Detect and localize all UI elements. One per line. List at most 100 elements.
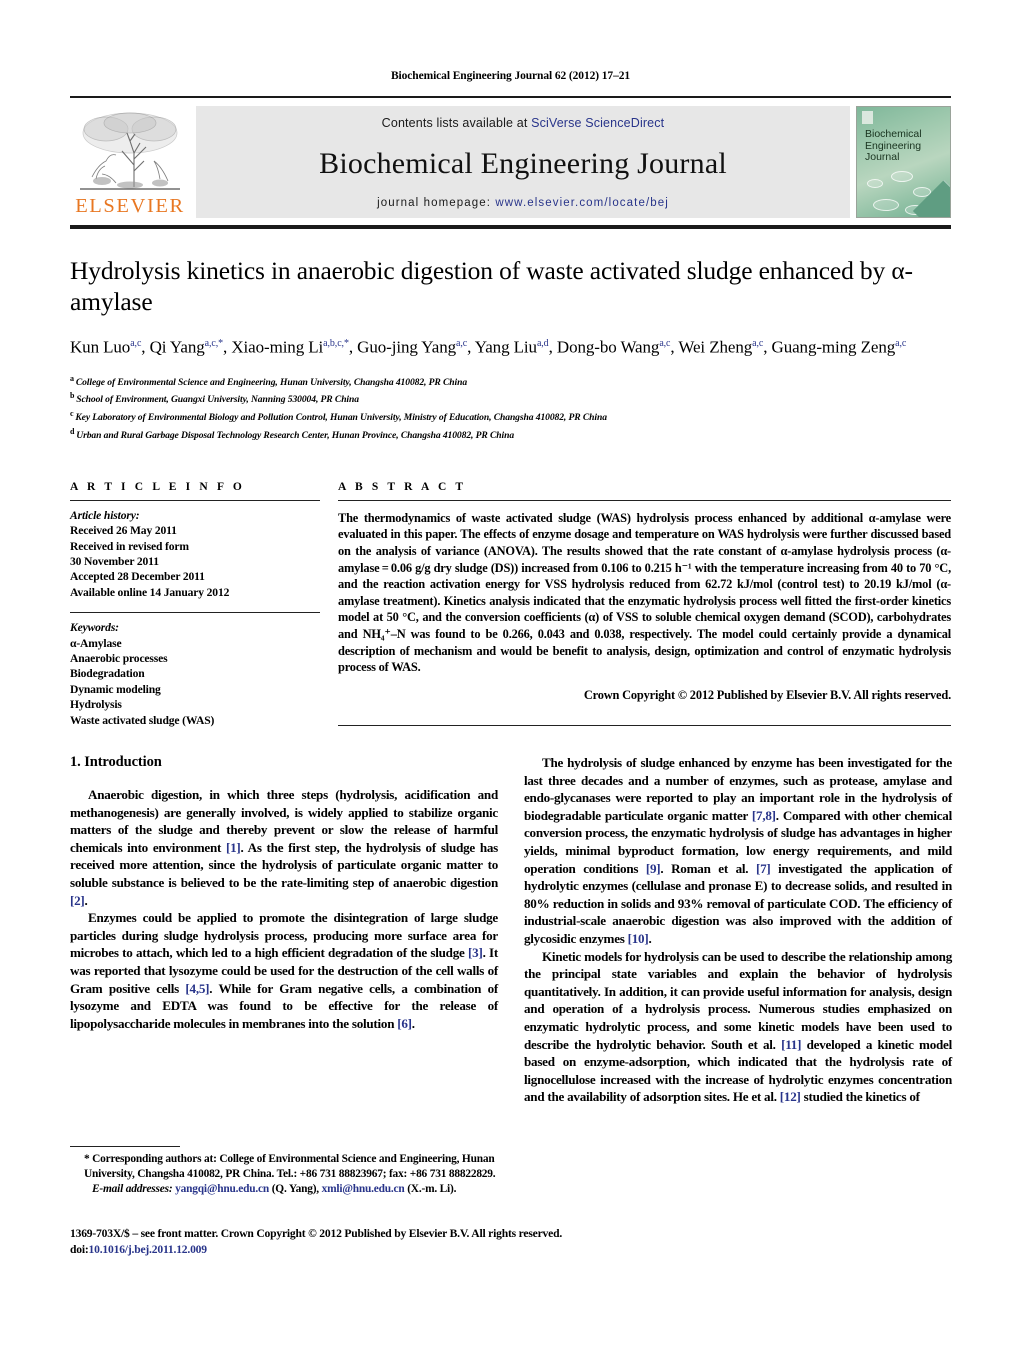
author-name: Xiao-ming Li bbox=[231, 337, 324, 357]
email-owner-2: (X.-m. Li). bbox=[407, 1183, 457, 1196]
abstract-text: The thermodynamics of waste activated sl… bbox=[338, 510, 951, 675]
citation-ref[interactable]: [7] bbox=[756, 861, 771, 876]
elsevier-tree-icon bbox=[80, 112, 180, 190]
cover-bubble-1 bbox=[867, 179, 883, 188]
email-owner-1: (Q. Yang), bbox=[271, 1183, 319, 1196]
cover-elsevier-mark-icon bbox=[862, 111, 873, 124]
author-name: Guo-jing Yang bbox=[357, 337, 456, 357]
paragraph: Kinetic models for hydrolysis can be use… bbox=[524, 948, 952, 1105]
title-block: Hydrolysis kinetics in anaerobic digesti… bbox=[70, 255, 951, 443]
sciencedirect-link[interactable]: SciVerse ScienceDirect bbox=[531, 116, 664, 130]
author-name: Yang Liu bbox=[474, 337, 537, 357]
homepage-prefix: journal homepage: bbox=[377, 197, 496, 209]
email-link-2[interactable]: xmli@hnu.edu.cn bbox=[322, 1183, 405, 1195]
journal-homepage-line: journal homepage: www.elsevier.com/locat… bbox=[377, 197, 669, 209]
affiliation-item: c Key Laboratory of Environmental Biolog… bbox=[70, 409, 607, 424]
author-name: Qi Yang bbox=[149, 337, 205, 357]
author-affiliation-marker: a,c bbox=[752, 338, 764, 349]
affiliation-marker: d bbox=[70, 427, 77, 436]
email-addresses-line: E-mail addresses: yangqi@hnu.edu.cn (Q. … bbox=[70, 1182, 498, 1197]
keyword-item: Hydrolysis bbox=[70, 698, 122, 712]
cover-bubble-2 bbox=[891, 171, 913, 182]
citation-ref[interactable]: [2] bbox=[70, 893, 85, 908]
affiliation-item: a College of Environmental Science and E… bbox=[70, 373, 468, 388]
email-addresses-label: E-mail addresses: bbox=[92, 1183, 173, 1196]
citation-ref[interactable]: [3] bbox=[468, 945, 483, 960]
keyword-list: Keywords: α-Amylase Anaerobic processes … bbox=[70, 620, 320, 728]
author-affiliation-marker: a,c bbox=[895, 338, 907, 349]
masthead-center-panel: Contents lists available at SciVerse Sci… bbox=[196, 106, 850, 218]
citation-ref[interactable]: [4,5] bbox=[185, 981, 209, 996]
contents-prefix: Contents lists available at bbox=[381, 116, 532, 130]
journal-masthead: ELSEVIER Contents lists available at Sci… bbox=[70, 96, 951, 218]
author-name: Dong-bo Wang bbox=[556, 337, 660, 357]
keywords-rule bbox=[70, 612, 320, 614]
footnote-rule bbox=[70, 1146, 180, 1147]
cover-title-line-1: Biochemical bbox=[865, 128, 922, 140]
author-name: Kun Luo bbox=[70, 337, 131, 357]
paper-page: Biochemical Engineering Journal 62 (2012… bbox=[0, 0, 1021, 1351]
section-heading-introduction: 1. Introduction bbox=[70, 754, 162, 771]
citation-ref[interactable]: [10] bbox=[628, 931, 649, 946]
corresponding-author-footnote: * Corresponding authors at: College of E… bbox=[70, 1146, 498, 1198]
author-affiliation-marker: a,b,c,* bbox=[323, 338, 349, 349]
history-item: Available online 14 January 2012 bbox=[70, 585, 230, 599]
issn-front-matter-line: 1369-703X/$ – see front matter. Crown Co… bbox=[70, 1227, 563, 1240]
corresponding-author-text: * Corresponding authors at: College of E… bbox=[84, 1153, 496, 1181]
keyword-item: Dynamic modeling bbox=[70, 682, 161, 696]
keyword-item: Waste activated sludge (WAS) bbox=[70, 713, 215, 727]
citation-ref[interactable]: [11] bbox=[781, 1037, 801, 1052]
author-affiliation-marker: a,d bbox=[536, 338, 549, 349]
author-affiliation-marker: a,c bbox=[130, 338, 142, 349]
affiliation-item: d Urban and Rural Garbage Disposal Techn… bbox=[70, 427, 515, 442]
abstract-copyright: Crown Copyright © 2012 Published by Else… bbox=[583, 687, 951, 702]
article-history-label: Article history: bbox=[70, 508, 140, 522]
article-info-heading: A R T I C L E I N F O bbox=[70, 480, 245, 493]
cover-corner-fold bbox=[912, 179, 950, 217]
cover-title-line-3: Journal bbox=[865, 151, 900, 163]
email-link-1[interactable]: yangqi@hnu.edu.cn bbox=[175, 1183, 269, 1195]
contents-available-line: Contents lists available at SciVerse Sci… bbox=[382, 116, 665, 130]
citation-ref[interactable]: [9] bbox=[646, 861, 661, 876]
masthead-bottom-rule bbox=[70, 225, 951, 229]
info-abstract-block: A R T I C L E I N F O Article history: R… bbox=[70, 481, 951, 728]
author-affiliation-marker: a,c bbox=[659, 338, 671, 349]
history-item: 30 November 2011 bbox=[70, 555, 159, 568]
keyword-item: Biodegradation bbox=[70, 667, 145, 681]
journal-cover-thumbnail[interactable]: Biochemical Engineering Journal bbox=[856, 106, 951, 218]
author-name: Guang-ming Zeng bbox=[771, 337, 896, 357]
paragraph: Enzymes could be applied to promote the … bbox=[70, 910, 499, 1031]
affiliation-marker: a bbox=[70, 373, 76, 383]
journal-homepage-link[interactable]: www.elsevier.com/locate/bej bbox=[495, 197, 669, 209]
abstract-column: A B S T R A C T The thermodynamics of wa… bbox=[338, 481, 951, 728]
author-affiliation-marker: a,c bbox=[456, 338, 468, 349]
author-affiliation-marker: a,c,* bbox=[204, 338, 224, 349]
article-info-column: A R T I C L E I N F O Article history: R… bbox=[70, 481, 320, 728]
cover-bubble-4 bbox=[873, 199, 899, 211]
elsevier-logo: ELSEVIER bbox=[70, 106, 190, 218]
page-title: Hydrolysis kinetics in anaerobic digesti… bbox=[70, 256, 913, 316]
paragraph: Anaerobic digestion, in which three step… bbox=[70, 787, 498, 908]
keywords-label: Keywords: bbox=[70, 621, 119, 635]
keyword-item: α-Amylase bbox=[70, 636, 122, 650]
abstract-heading: A B S T R A C T bbox=[338, 480, 467, 493]
running-head: Biochemical Engineering Journal 62 (2012… bbox=[390, 70, 631, 82]
body-column-right: The hydrolysis of sludge enhanced by enz… bbox=[524, 754, 952, 1106]
affiliation-marker: b bbox=[70, 391, 77, 401]
citation-ref[interactable]: [6] bbox=[397, 1016, 412, 1031]
affiliation-item: b School of Environment, Guangxi Univers… bbox=[70, 391, 359, 406]
journal-title: Biochemical Engineering Journal bbox=[319, 146, 727, 180]
abstract-rule bbox=[338, 499, 951, 501]
citation-ref[interactable]: [12] bbox=[780, 1089, 801, 1104]
body-column-left: 1. Introduction Anaerobic digestion, in … bbox=[70, 754, 498, 1106]
doi-link[interactable]: 10.1016/j.bej.2011.12.009 bbox=[89, 1243, 208, 1256]
history-item: Accepted 28 December 2011 bbox=[70, 570, 205, 584]
history-item: Received 26 May 2011 bbox=[70, 524, 177, 538]
paragraph: The hydrolysis of sludge enhanced by enz… bbox=[524, 755, 952, 946]
elsevier-wordmark: ELSEVIER bbox=[75, 194, 185, 217]
citation-ref[interactable]: [7,8] bbox=[752, 808, 776, 823]
cover-title: Biochemical Engineering Journal bbox=[865, 128, 946, 164]
citation-ref[interactable]: [1] bbox=[226, 840, 241, 855]
history-item: Received in revised form bbox=[70, 539, 189, 553]
article-history: Article history: Received 26 May 2011 Re… bbox=[70, 508, 320, 600]
